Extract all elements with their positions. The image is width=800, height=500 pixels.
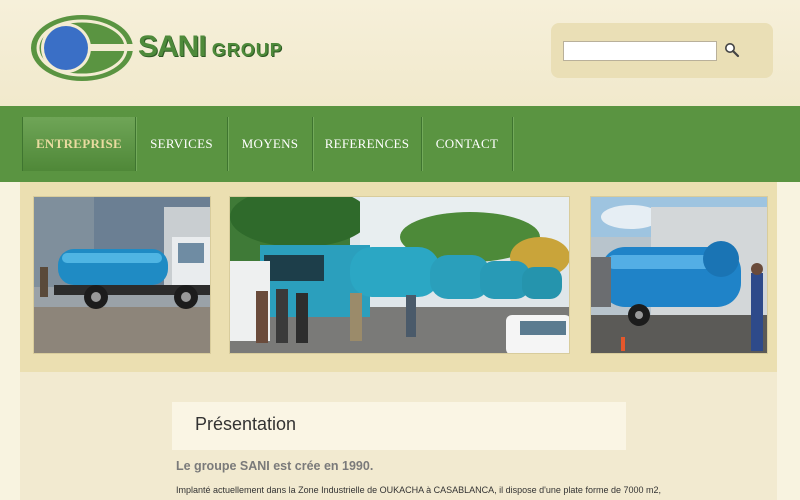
nav-item-label: MOYENS xyxy=(241,136,299,151)
site-header: SANI GROUP xyxy=(0,0,800,106)
main-content: Présentation Le groupe SANI est crée en … xyxy=(20,372,777,500)
gallery-image-fleet[interactable] xyxy=(229,196,570,354)
search-input[interactable] xyxy=(563,41,717,61)
logo-name-sub: GROUP xyxy=(211,40,283,60)
intro-heading: Le groupe SANI est crée en 1990. xyxy=(176,459,374,473)
nav-item-services[interactable]: SERVICES xyxy=(136,117,228,171)
page-margin-left xyxy=(0,182,20,500)
nav-item-moyens[interactable]: MOYENS xyxy=(228,117,313,171)
intro-paragraph: Implanté actuellement dans la Zone Indus… xyxy=(176,485,661,495)
site-logo[interactable]: SANI GROUP xyxy=(30,14,282,84)
nav-item-label: CONTACT xyxy=(435,136,499,151)
gallery-image-tanker-left[interactable] xyxy=(33,196,211,354)
nav-item-label: ENTREPRISE xyxy=(35,136,123,151)
logo-wordmark: SANI GROUP xyxy=(138,30,283,64)
nav-item-label: REFERENCES xyxy=(324,136,410,151)
nav-item-entreprise[interactable]: ENTREPRISE xyxy=(22,117,136,171)
nav-item-contact[interactable]: CONTACT xyxy=(422,117,513,171)
nav-item-label: SERVICES xyxy=(150,136,213,151)
main-nav: ENTREPRISE SERVICES MOYENS REFERENCES CO… xyxy=(0,106,800,182)
page-margin-right xyxy=(777,182,800,500)
section-header: Présentation xyxy=(172,402,626,450)
section-title: Présentation xyxy=(195,414,297,434)
search-button[interactable] xyxy=(721,40,743,62)
gallery-image-tanker-right[interactable] xyxy=(590,196,768,354)
search-icon xyxy=(725,42,740,57)
nav-item-references[interactable]: REFERENCES xyxy=(313,117,422,171)
logo-emblem-icon xyxy=(31,15,134,81)
logo-name-main: SANI xyxy=(138,30,207,63)
search-panel xyxy=(551,23,773,78)
photo-gallery xyxy=(20,182,777,372)
